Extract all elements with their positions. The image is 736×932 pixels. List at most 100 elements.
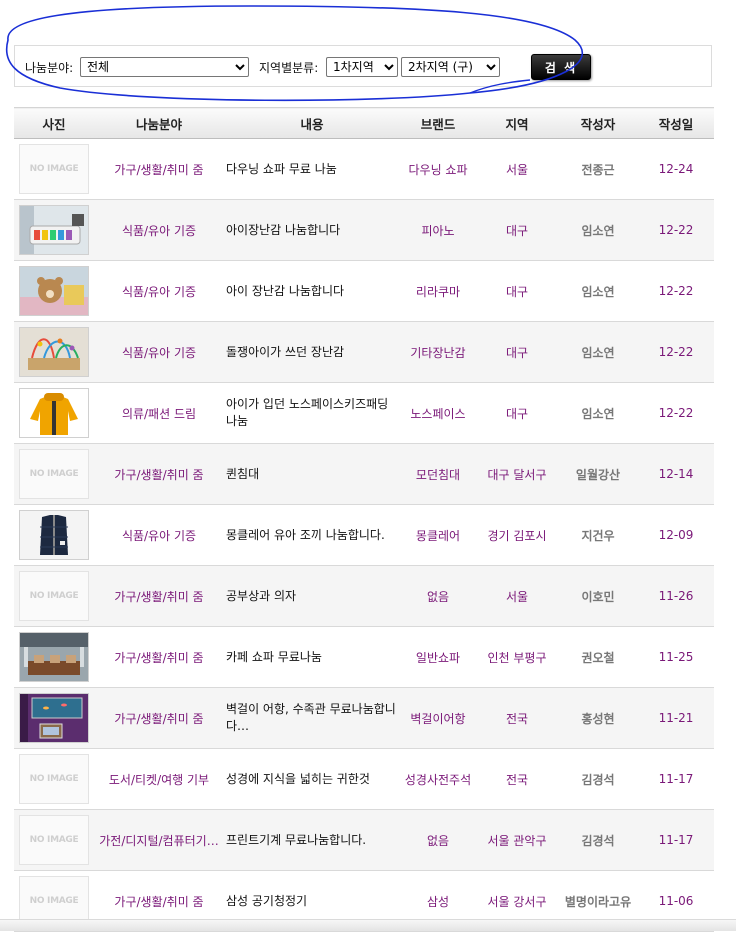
- content-link[interactable]: 몽클레어 유아 조끼 나눔합니다.: [224, 504, 400, 566]
- item-photo-bear-toy[interactable]: [19, 266, 89, 316]
- content-link[interactable]: 퀸침대: [224, 443, 400, 505]
- region-cell: 대구: [476, 199, 558, 261]
- date-cell: 11-26: [638, 565, 714, 627]
- table-row[interactable]: 가구/생활/취미 줌 카페 쇼파 무료나눔 일반쇼파 인천 부평구 권오철 11-25: [14, 626, 714, 688]
- region-cell: 대구 달서구: [476, 443, 558, 505]
- photo-cell[interactable]: NO IMAGE: [14, 138, 94, 200]
- content-link[interactable]: 카페 쇼파 무료나눔: [224, 626, 400, 688]
- content-link[interactable]: 벽걸이 어항, 수족관 무료나눔합니다…: [224, 687, 400, 749]
- item-photo-navy-vest[interactable]: [19, 510, 89, 560]
- photo-cell[interactable]: [14, 321, 94, 383]
- category-cell[interactable]: 가구/생활/취미 줌: [94, 138, 224, 200]
- content-link[interactable]: 다우닝 쇼파 무료 나눔: [224, 138, 400, 200]
- category-cell[interactable]: 가구/생활/취미 줌: [94, 443, 224, 505]
- table-row[interactable]: 식품/유아 기증 아이 장난감 나눔합니다 리라쿠마 대구 임소연 12-22: [14, 260, 714, 322]
- category-cell[interactable]: 식품/유아 기증: [94, 199, 224, 261]
- category-cell[interactable]: 가구/생활/취미 줌: [94, 565, 224, 627]
- content-link[interactable]: 프린트기계 무료나눔합니다.: [224, 809, 400, 871]
- date-cell: 12-22: [638, 321, 714, 383]
- search-button[interactable]: 검 색: [531, 54, 591, 80]
- no-image-placeholder[interactable]: NO IMAGE: [19, 754, 89, 804]
- writer-cell: 임소연: [558, 199, 638, 261]
- content-link[interactable]: 돌쟁아이가 쓰던 장난감: [224, 321, 400, 383]
- writer-cell: 전종근: [558, 138, 638, 200]
- writer-cell: 임소연: [558, 260, 638, 322]
- search-filter-bar: 나눔분야: 전체 지역별분류: 1차지역 2차지역 (구) 검 색: [14, 45, 712, 87]
- table-row[interactable]: NO IMAGE 가구/생활/취미 줌 다우닝 쇼파 무료 나눔 다우닝 쇼파 서울 전종…: [14, 138, 714, 200]
- category-cell[interactable]: 식품/유아 기증: [94, 260, 224, 322]
- table-row[interactable]: NO IMAGE 가구/생활/취미 줌 퀸침대 모던침대 대구 달서구 일월강산 12-14: [14, 443, 714, 505]
- photo-cell[interactable]: NO IMAGE: [14, 565, 94, 627]
- table-row[interactable]: 식품/유아 기증 아이장난감 나눔합니다 피아노 대구 임소연 12-22: [14, 199, 714, 261]
- date-cell: 12-22: [638, 382, 714, 444]
- brand-cell: 리라쿠마: [400, 260, 476, 322]
- date-cell: 12-14: [638, 443, 714, 505]
- category-cell[interactable]: 의류/패션 드림: [94, 382, 224, 444]
- region-cell: 서울 관악구: [476, 809, 558, 871]
- item-photo-piano-toy[interactable]: [19, 205, 89, 255]
- photo-cell[interactable]: NO IMAGE: [14, 443, 94, 505]
- photo-cell[interactable]: NO IMAGE: [14, 748, 94, 810]
- category-cell[interactable]: 가전/디지털/컴퓨터기…: [94, 809, 224, 871]
- region-cell: 대구: [476, 382, 558, 444]
- header-brand[interactable]: 브랜드: [400, 107, 476, 139]
- region-label: 지역별분류:: [259, 61, 319, 75]
- header-category[interactable]: 나눔분야: [94, 107, 224, 139]
- category-cell[interactable]: 가구/생활/취미 줌: [94, 626, 224, 688]
- date-cell: 11-17: [638, 748, 714, 810]
- photo-cell[interactable]: [14, 199, 94, 261]
- item-photo-yellow-jacket[interactable]: [19, 388, 89, 438]
- table-row[interactable]: NO IMAGE 가구/생활/취미 줌 공부상과 의자 없음 서울 이호민 11-26: [14, 565, 714, 627]
- category-select[interactable]: 전체: [80, 57, 249, 77]
- date-cell: 11-25: [638, 626, 714, 688]
- horizontal-scrollbar[interactable]: [0, 919, 736, 931]
- category-cell[interactable]: 가구/생활/취미 줌: [94, 687, 224, 749]
- content-link[interactable]: 아이장난감 나눔합니다: [224, 199, 400, 261]
- photo-cell[interactable]: [14, 687, 94, 749]
- no-image-placeholder[interactable]: NO IMAGE: [19, 144, 89, 194]
- photo-cell[interactable]: [14, 382, 94, 444]
- writer-cell: 김경석: [558, 748, 638, 810]
- no-image-placeholder[interactable]: NO IMAGE: [19, 449, 89, 499]
- writer-cell: 이호민: [558, 565, 638, 627]
- category-cell[interactable]: 식품/유아 기증: [94, 504, 224, 566]
- table-row[interactable]: NO IMAGE 가전/디지털/컴퓨터기… 프린트기계 무료나눔합니다. 없음 서울 관…: [14, 809, 714, 871]
- no-image-placeholder[interactable]: NO IMAGE: [19, 815, 89, 865]
- header-region[interactable]: 지역: [476, 107, 558, 139]
- table-row[interactable]: 식품/유아 기증 몽클레어 유아 조끼 나눔합니다. 몽클레어 경기 김포시 지건우 12…: [14, 504, 714, 566]
- photo-cell[interactable]: NO IMAGE: [14, 809, 94, 871]
- brand-cell: 성경사전주석: [400, 748, 476, 810]
- header-photo[interactable]: 사진: [14, 107, 94, 139]
- content-link[interactable]: 공부상과 의자: [224, 565, 400, 627]
- photo-cell[interactable]: [14, 260, 94, 322]
- content-link[interactable]: 성경에 지식을 넓히는 귀한것: [224, 748, 400, 810]
- table-row[interactable]: 식품/유아 기증 돌쟁아이가 쓰던 장난감 기타장난감 대구 임소연 12-22: [14, 321, 714, 383]
- table-row[interactable]: NO IMAGE 도서/티켓/여행 기부 성경에 지식을 넓히는 귀한것 성경사전주석…: [14, 748, 714, 810]
- table-row[interactable]: 의류/패션 드림 아이가 입던 노스페이스키즈패딩 나눔 노스페이스 대구 임소연 12-…: [14, 382, 714, 444]
- date-cell: 11-21: [638, 687, 714, 749]
- region-cell: 서울: [476, 138, 558, 200]
- header-date[interactable]: 작성일: [638, 107, 714, 139]
- item-photo-aquarium[interactable]: [19, 693, 89, 743]
- header-content[interactable]: 내용: [224, 107, 400, 139]
- region2-select[interactable]: 2차지역 (구): [401, 57, 500, 77]
- photo-cell[interactable]: [14, 504, 94, 566]
- content-link[interactable]: 아이 장난감 나눔합니다: [224, 260, 400, 322]
- region-cell: 서울: [476, 565, 558, 627]
- item-photo-bead-maze[interactable]: [19, 327, 89, 377]
- table-row[interactable]: 가구/생활/취미 줌 벽걸이 어항, 수족관 무료나눔합니다… 벽걸이어항 전국 홍성현…: [14, 687, 714, 749]
- header-writer[interactable]: 작성자: [558, 107, 638, 139]
- region1-select[interactable]: 1차지역: [326, 57, 398, 77]
- category-cell[interactable]: 식품/유아 기증: [94, 321, 224, 383]
- content-link[interactable]: 아이가 입던 노스페이스키즈패딩 나눔: [224, 382, 400, 444]
- item-photo-cafe-sofa[interactable]: [19, 632, 89, 682]
- brand-cell: 없음: [400, 809, 476, 871]
- photo-cell[interactable]: [14, 626, 94, 688]
- brand-cell: 벽걸이어항: [400, 687, 476, 749]
- no-image-placeholder[interactable]: NO IMAGE: [19, 571, 89, 621]
- date-cell: 12-24: [638, 138, 714, 200]
- writer-cell: 지건우: [558, 504, 638, 566]
- writer-cell: 권오철: [558, 626, 638, 688]
- brand-cell: 몽클레어: [400, 504, 476, 566]
- category-cell[interactable]: 도서/티켓/여행 기부: [94, 748, 224, 810]
